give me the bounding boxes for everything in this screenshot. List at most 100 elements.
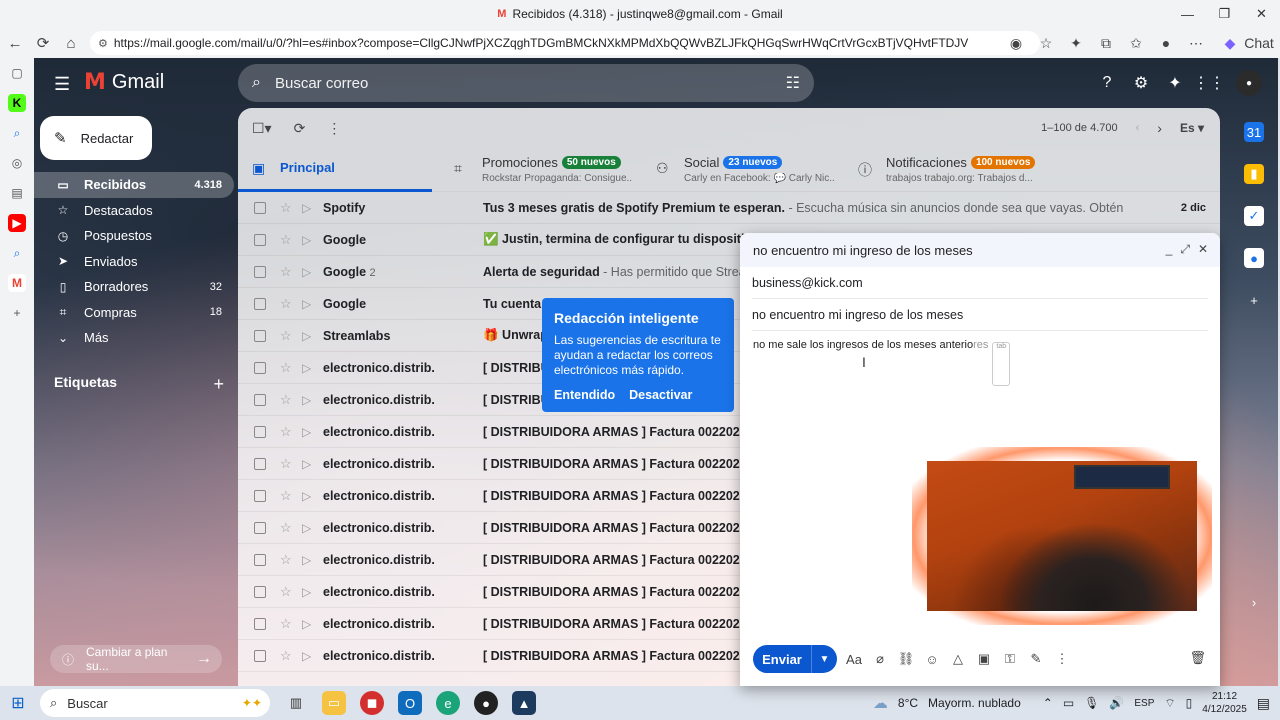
importance-icon[interactable]: ▷ (302, 265, 318, 279)
volume-icon[interactable]: 🔊 (1109, 696, 1124, 710)
language-indicator[interactable]: ESP (1134, 698, 1154, 709)
star-icon[interactable]: ☆ (280, 584, 294, 600)
recipients-field[interactable]: business@kick.com (752, 267, 1208, 299)
task-view-icon[interactable]: ▥ (284, 691, 308, 715)
link-icon[interactable]: ⛓ (897, 650, 915, 668)
compose-button[interactable]: ✎ Redactar (40, 116, 152, 160)
row-checkbox[interactable] (254, 553, 266, 566)
settings-gear-icon[interactable]: ⚙ (1130, 72, 1152, 94)
star-icon[interactable]: ☆ (280, 616, 294, 632)
tooltip-ok-button[interactable]: Entendido (554, 388, 615, 402)
tab-search-icon[interactable]: ⧉ (1093, 31, 1119, 55)
importance-icon[interactable]: ▷ (302, 457, 318, 471)
home-icon[interactable]: ⌂ (58, 30, 84, 56)
select-all-checkbox[interactable]: ☐▾ (252, 120, 272, 137)
row-checkbox[interactable] (254, 201, 266, 214)
row-checkbox[interactable] (254, 329, 266, 342)
kick-icon[interactable]: K (8, 94, 26, 112)
row-checkbox[interactable] (254, 233, 266, 246)
favorites-icon[interactable]: ✩ (1123, 31, 1149, 55)
compose-body[interactable]: no me sale los ingresos de los meses ant… (753, 339, 1011, 386)
send-options-icon[interactable]: ▼ (811, 645, 837, 673)
row-checkbox[interactable] (254, 393, 266, 406)
importance-icon[interactable]: ▷ (302, 361, 318, 375)
chevron-up-icon[interactable]: ⌃ (1043, 696, 1053, 710)
copilot-chat-button[interactable]: ◆ Chat (1213, 31, 1276, 55)
tooltip-disable-button[interactable]: Desactivar (629, 388, 692, 402)
taskbar-search[interactable]: ⌕ Buscar ✦✦ (40, 689, 270, 717)
row-checkbox[interactable] (254, 649, 266, 662)
nav-item-4[interactable]: ▯ Borradores 32 (34, 274, 234, 300)
tab-notificaciones[interactable]: ⓘ Notificaciones 100 nuevos trabajos trab… (858, 148, 1036, 192)
attach-icon[interactable]: ⌀ (871, 650, 889, 668)
tab-principal[interactable]: ▣ Principal (238, 148, 432, 192)
star-icon[interactable]: ☆ (280, 424, 294, 440)
avatar[interactable]: ● (1236, 70, 1262, 96)
more-options-icon[interactable]: ⋮ (1053, 650, 1071, 668)
search-tab-icon[interactable]: ⌕ (8, 124, 26, 142)
profile-icon[interactable]: ● (1153, 31, 1179, 55)
star-icon[interactable]: ☆ (280, 232, 294, 248)
importance-icon[interactable]: ▷ (302, 617, 318, 631)
star-icon[interactable]: ☆ (280, 456, 294, 472)
input-language-button[interactable]: Es ▾ (1180, 121, 1204, 135)
tabs-icon[interactable]: ▢ (8, 64, 26, 82)
close-window-button[interactable]: ✕ (1243, 0, 1280, 28)
outlook-icon[interactable]: O (398, 691, 422, 715)
nav-item-1[interactable]: ☆ Destacados (34, 198, 234, 224)
add-addon-icon[interactable]: + (1244, 290, 1264, 310)
minimize-compose-icon[interactable]: _ (1166, 242, 1173, 257)
tasks-icon[interactable]: ✓ (1244, 206, 1264, 226)
help-icon[interactable]: ? (1096, 72, 1118, 94)
search-input[interactable]: Buscar correo (275, 75, 368, 92)
more-actions-icon[interactable]: ⋮ (327, 120, 341, 137)
back-icon[interactable]: ← (2, 30, 28, 56)
emoji-icon[interactable]: ☺ (923, 650, 941, 668)
star-icon[interactable]: ☆ (280, 392, 294, 408)
row-checkbox[interactable] (254, 521, 266, 534)
wifi-icon[interactable]: ⌔ (1164, 696, 1175, 711)
importance-icon[interactable]: ▷ (302, 489, 318, 503)
discard-draft-icon[interactable]: 🗑 (1189, 650, 1206, 666)
row-checkbox[interactable] (254, 297, 266, 310)
gemini-icon[interactable]: ✦ (1164, 72, 1186, 94)
main-menu-icon[interactable]: ☰ (54, 74, 70, 95)
gmail-logo[interactable]: M Gmail (84, 70, 164, 95)
drive-icon[interactable]: △ (949, 650, 967, 668)
windows-start-icon[interactable]: ⊞ (0, 693, 36, 713)
search-tab-icon-2[interactable]: ⌕ (8, 244, 26, 262)
weather-cloud-icon[interactable]: ☁ (873, 694, 888, 712)
keep-icon[interactable]: ▮ (1244, 164, 1264, 184)
search-bar[interactable]: ⌕ Buscar correo ☷ (238, 64, 814, 102)
search-options-icon[interactable]: ☷ (786, 73, 800, 93)
nav-item-2[interactable]: ◷ Pospuestos (34, 223, 234, 249)
importance-icon[interactable]: ▷ (302, 297, 318, 311)
more-icon[interactable]: ⋯ (1183, 31, 1209, 55)
prev-page-icon[interactable]: ‹ (1136, 122, 1140, 134)
add-label-icon[interactable]: + (213, 374, 224, 395)
importance-icon[interactable]: ▷ (302, 553, 318, 567)
send-button[interactable]: Enviar ▼ (753, 645, 837, 673)
file-explorer-icon[interactable]: ▭ (322, 691, 346, 715)
minimize-button[interactable]: — (1169, 0, 1206, 28)
eye-icon[interactable]: ◉ (1003, 31, 1029, 55)
table-row[interactable]: ☆ ▷ Spotify Tus 3 meses gratis de Spotify … (238, 192, 1220, 224)
row-checkbox[interactable] (254, 457, 266, 470)
address-bar[interactable]: ⚙ https://mail.google.com/mail/u/0/?hl=e… (90, 31, 1040, 55)
microphone-icon[interactable]: 🎙 (1084, 696, 1099, 710)
gmail-tab-icon[interactable]: M (8, 274, 26, 292)
star-icon[interactable]: ☆ (280, 264, 294, 280)
recipient-chip[interactable]: business@kick.com (752, 276, 863, 290)
search-icon[interactable]: ⌕ (252, 74, 261, 92)
row-checkbox[interactable] (254, 265, 266, 278)
star-icon[interactable]: ☆ (280, 648, 294, 664)
next-page-icon[interactable]: › (1157, 120, 1162, 136)
maximize-button[interactable]: ❐ (1206, 0, 1243, 28)
camera-icon[interactable]: ▭ (1063, 696, 1074, 710)
formatting-icon[interactable]: Aa (845, 650, 863, 668)
importance-icon[interactable]: ▷ (302, 233, 318, 247)
app-dark-icon[interactable]: ▲ (512, 691, 536, 715)
subject-field[interactable]: no encuentro mi ingreso de los meses (752, 299, 1208, 331)
upgrade-plan-button[interactable]: ⓘ Cambiar a plan su... → (50, 645, 222, 673)
reload-icon[interactable]: ⟳ (30, 30, 56, 56)
